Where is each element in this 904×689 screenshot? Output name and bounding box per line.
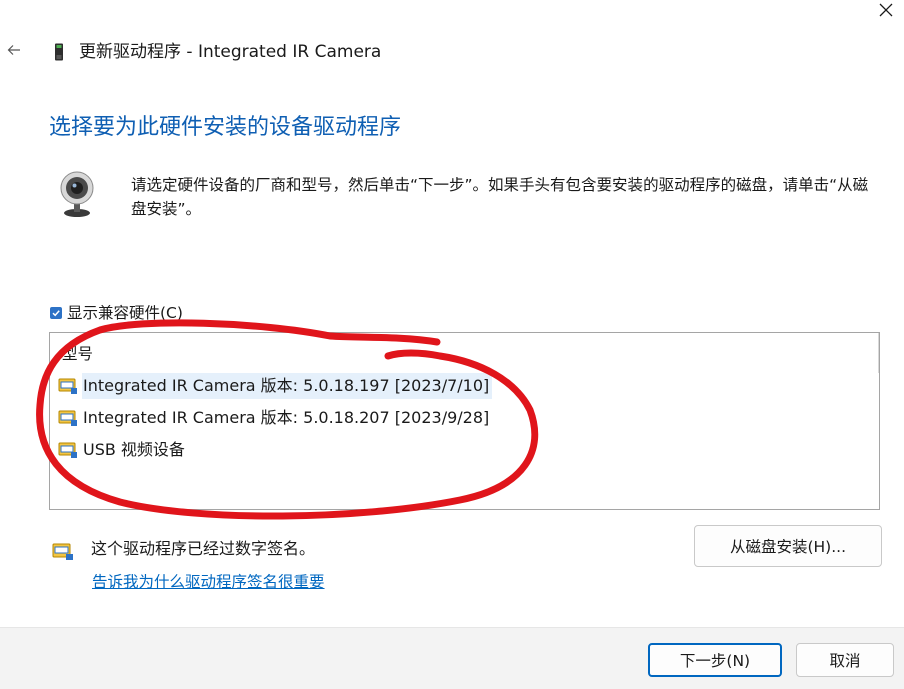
checkbox-checked-icon bbox=[50, 307, 62, 319]
driver-icon bbox=[58, 410, 77, 426]
arrow-left-icon bbox=[7, 45, 20, 55]
next-button[interactable]: 下一步(N) bbox=[648, 643, 782, 677]
signature-text: 这个驱动程序已经过数字签名。 bbox=[91, 539, 316, 558]
instructions-text: 请选定硬件设备的厂商和型号，然后单击“下一步”。如果手头有包含要安装的驱动程序的… bbox=[131, 176, 869, 218]
device-icon bbox=[55, 43, 63, 61]
list-item[interactable]: USB 视频设备 bbox=[58, 437, 188, 463]
list-item[interactable]: Integrated IR Camera 版本: 5.0.18.197 [202… bbox=[58, 373, 493, 399]
list-divider bbox=[878, 333, 879, 373]
have-disk-button[interactable]: 从磁盘安装(H)... bbox=[694, 525, 882, 567]
close-button[interactable] bbox=[868, 0, 904, 26]
show-compatible-label: 显示兼容硬件(C) bbox=[67, 304, 183, 322]
show-compatible-checkbox[interactable]: 显示兼容硬件(C) bbox=[50, 302, 183, 324]
driver-icon bbox=[58, 378, 77, 394]
list-item-label: Integrated IR Camera 版本: 5.0.18.207 [202… bbox=[83, 408, 490, 427]
back-button[interactable] bbox=[4, 40, 24, 60]
window-title: 更新驱动程序 - Integrated IR Camera bbox=[79, 42, 382, 62]
signature-info-link[interactable]: 告诉我为什么驱动程序签名很重要 bbox=[92, 570, 325, 594]
signed-driver-icon bbox=[52, 543, 73, 560]
close-icon bbox=[879, 3, 893, 17]
camera-icon bbox=[60, 171, 94, 217]
list-item-label: Integrated IR Camera 版本: 5.0.18.197 [202… bbox=[82, 373, 493, 399]
driver-icon bbox=[58, 442, 77, 458]
list-item[interactable]: Integrated IR Camera 版本: 5.0.18.207 [202… bbox=[58, 405, 492, 431]
model-column-header: 型号 bbox=[62, 345, 94, 363]
model-list[interactable]: 型号 Integrated IR Camera 版本: 5.0.18.197 [… bbox=[49, 332, 880, 510]
page-heading: 选择要为此硬件安装的设备驱动程序 bbox=[49, 115, 402, 140]
cancel-button[interactable]: 取消 bbox=[796, 643, 894, 677]
list-item-label: USB 视频设备 bbox=[83, 440, 185, 459]
